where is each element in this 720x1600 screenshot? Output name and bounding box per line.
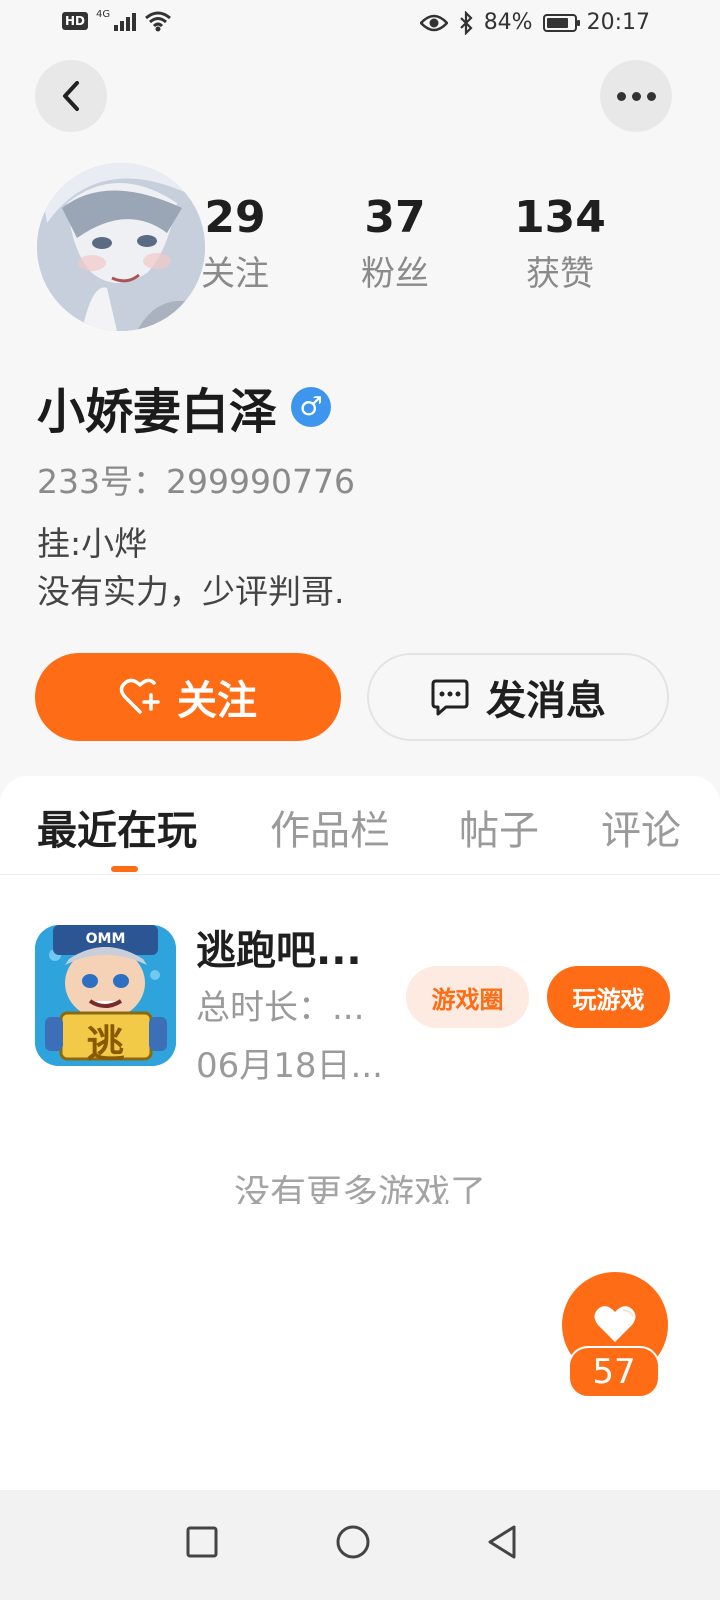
system-nav-bar xyxy=(0,1490,720,1600)
user-id[interactable]: 233号：299990776 xyxy=(37,455,355,503)
stat-value: 134 xyxy=(514,192,606,243)
stat-likes[interactable]: 134 获赞 xyxy=(495,192,625,304)
stat-following[interactable]: 29 关注 xyxy=(170,192,300,304)
wifi-icon xyxy=(145,11,172,32)
tab-works[interactable]: 作品栏 xyxy=(270,798,390,856)
home-button[interactable] xyxy=(321,1510,385,1574)
tab-bar: 最近在玩 作品栏 帖子 评论 xyxy=(0,776,720,875)
game-last-played: 06月18日... xyxy=(196,1046,383,1086)
stat-label: 关注 xyxy=(201,254,269,294)
back-button[interactable] xyxy=(35,60,107,132)
battery-icon xyxy=(542,13,580,32)
bio: 挂:小烨 没有实力，少评判哥. xyxy=(37,520,345,616)
bio-line: 没有实力，少评判哥. xyxy=(37,572,345,611)
tab-recently-played[interactable]: 最近在玩 xyxy=(37,798,197,856)
like-count: 57 xyxy=(568,1346,660,1398)
more-dots-icon xyxy=(616,91,656,101)
tab-indicator xyxy=(111,866,138,872)
back-nav-button[interactable] xyxy=(470,1510,534,1574)
stat-label: 获赞 xyxy=(526,254,594,294)
game-total-time: 总时长：... xyxy=(196,988,365,1028)
profile-stats: 29 关注 37 粉丝 134 获赞 xyxy=(170,192,650,312)
follow-label: 关注 xyxy=(177,678,257,724)
chat-bubble-icon xyxy=(431,679,469,716)
bluetooth-icon xyxy=(459,10,473,35)
play-game-button[interactable]: 玩游戏 xyxy=(547,966,670,1028)
game-title: 逃跑吧... xyxy=(196,928,362,974)
stat-value: 37 xyxy=(364,192,426,243)
triangle-back-icon xyxy=(488,1525,516,1559)
clock: 20:17 xyxy=(586,10,650,35)
status-left-group: HD 4G xyxy=(62,10,172,32)
heart-icon xyxy=(594,1306,636,1342)
square-icon xyxy=(186,1526,218,1558)
stat-followers[interactable]: 37 粉丝 xyxy=(330,192,460,304)
chevron-left-icon xyxy=(63,81,79,111)
game-icon[interactable]: OMM 逃 xyxy=(35,925,176,1066)
send-message-button[interactable]: 发消息 xyxy=(367,653,669,741)
bio-line: 挂:小烨 xyxy=(37,524,148,563)
status-right-group: 84% 20:17 xyxy=(419,10,650,35)
cell-signal-icon xyxy=(114,11,137,31)
hd-badge: HD xyxy=(62,12,89,30)
tab-posts[interactable]: 帖子 xyxy=(459,798,539,856)
no-more-games-hint: 没有更多游戏了 xyxy=(233,1173,486,1204)
stat-value: 29 xyxy=(204,192,266,243)
recent-apps-button[interactable] xyxy=(170,1510,234,1574)
heart-plus-icon xyxy=(119,678,160,714)
stat-label: 粉丝 xyxy=(361,254,429,294)
game-icon-cap-text: OMM xyxy=(85,931,126,947)
circle-icon xyxy=(336,1525,370,1559)
follow-button[interactable]: 关注 xyxy=(35,653,341,741)
list-item[interactable]: OMM 逃 逃跑吧... 总时长：... 06月18日... 游戏圈 玩游戏 xyxy=(0,916,720,1086)
game-circle-button[interactable]: 游戏圈 xyxy=(406,966,529,1028)
status-bar: HD 4G 84% 20:17 xyxy=(0,0,720,48)
tab-comments[interactable]: 评论 xyxy=(601,798,681,856)
network-type: 4G xyxy=(96,9,111,20)
message-label: 发消息 xyxy=(486,678,606,724)
username: 小娇妻白泽 xyxy=(37,384,278,440)
battery-percent: 84% xyxy=(483,10,533,35)
game-icon-badge-text: 逃 xyxy=(86,1022,125,1066)
eye-icon xyxy=(419,14,448,31)
more-options-button[interactable] xyxy=(600,60,672,132)
name-row: 小娇妻白泽 ♂ xyxy=(37,372,332,442)
male-gender-icon: ♂ xyxy=(291,387,332,427)
